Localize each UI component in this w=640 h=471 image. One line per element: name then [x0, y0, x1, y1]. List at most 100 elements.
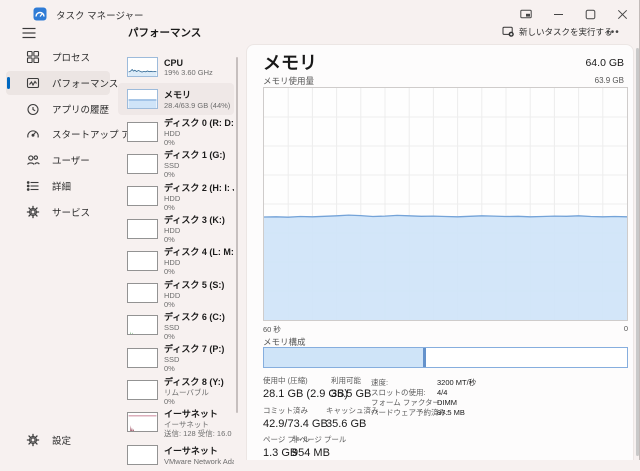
- sidebar-item-label: ユーザー: [52, 153, 90, 167]
- perf-list-item-12[interactable]: イーサネットVMware Network Adapt...: [118, 439, 234, 471]
- perf-list-item-6[interactable]: ディスク 4 (L: M: N: O:)HDD0%: [118, 245, 234, 277]
- memory-stat-2: コミット済み 42.9/73.4 GB: [263, 405, 328, 430]
- perf-item-detail: 0%: [164, 203, 234, 212]
- perf-list-item-4[interactable]: ディスク 2 (H: I: J:)HDD0%: [118, 180, 234, 212]
- perf-item-title: メモリ: [164, 88, 230, 101]
- detail-label: ハードウェア予約済み:: [371, 407, 437, 418]
- memory-usage-label: メモリ使用量: [263, 75, 314, 87]
- perf-list-item-3[interactable]: ディスク 1 (G:)SSD0%: [118, 148, 234, 180]
- stat-label: 非ページ プール: [292, 434, 346, 445]
- settings-icon: [26, 433, 40, 447]
- perf-item-detail: HDD: [164, 291, 224, 300]
- perf-item-detail: 19% 3.60 GHz: [164, 68, 213, 77]
- perf-item-detail: 0%: [164, 364, 224, 373]
- perf-item-detail: 28.4/63.9 GB (44%): [164, 101, 230, 110]
- perf-item-detail: SSD: [164, 323, 225, 332]
- stat-value: 35.6 GB: [326, 418, 379, 430]
- perf-item-title: イーサネット: [164, 444, 234, 457]
- perf-item-title: ディスク 4 (L: M: N: O:): [164, 245, 234, 258]
- perf-list-item-7[interactable]: ディスク 5 (S:)HDD0%: [118, 277, 234, 309]
- sidebar-item-label: 詳細: [52, 179, 71, 193]
- memory-thumbnail: [127, 89, 158, 109]
- memory-stat-5: 非ページ プール 954 MB: [292, 434, 346, 459]
- sidebar-item-5[interactable]: 詳細: [6, 174, 110, 198]
- perf-item-detail: 0%: [164, 267, 234, 276]
- perf-item-title: ディスク 6 (C:): [164, 310, 225, 323]
- perf-item-detail: 0%: [164, 138, 234, 147]
- perf-item-detail: HDD: [164, 226, 225, 235]
- users-icon: [26, 153, 40, 167]
- perf-item-detail: リムーバブル: [164, 388, 224, 397]
- composition-divider: [423, 348, 426, 367]
- perf-item-title: ディスク 1 (G:): [164, 148, 225, 161]
- disk-thumbnail: [127, 380, 158, 400]
- processes-icon: [26, 50, 40, 64]
- perf-item-detail: 送信: 128 受信: 16.0 Kbps: [164, 429, 234, 438]
- sidebar-item-settings[interactable]: 設定: [6, 428, 110, 452]
- perf-list-item-11[interactable]: イーサネットイーサネット送信: 128 受信: 16.0 Kbps: [118, 406, 234, 438]
- settings-label: 設定: [52, 433, 71, 447]
- selection-pill: [7, 77, 10, 89]
- perf-item-detail: SSD: [164, 161, 225, 170]
- perf-item-title: ディスク 8 (Y:): [164, 375, 224, 388]
- sidebar-item-2[interactable]: アプリの履歴: [6, 97, 110, 121]
- sidebar-item-6[interactable]: サービス: [6, 200, 110, 224]
- detail-value: 3200 MT/秒: [437, 378, 476, 387]
- perf-list-item-9[interactable]: ディスク 7 (P:)SSD0%: [118, 342, 234, 374]
- perf-item-detail: 0%: [164, 397, 224, 406]
- memory-total: 64.0 GB: [585, 57, 624, 69]
- chart-x-axis: 60 秒 0: [263, 324, 628, 335]
- perf-list-item-0[interactable]: CPU19% 3.60 GHz: [118, 51, 234, 83]
- disk-thumbnail: [127, 186, 158, 206]
- sidebar-item-4[interactable]: ユーザー: [6, 148, 110, 172]
- details-icon: [26, 179, 40, 193]
- x-axis-left-label: 60 秒: [263, 324, 281, 335]
- perf-item-detail: HDD: [164, 194, 234, 203]
- perf-list-item-2[interactable]: ディスク 0 (R: D: E: F:)HDD0%: [118, 116, 234, 148]
- disk-thumbnail: [127, 219, 158, 239]
- run-new-task-button[interactable]: 新しいタスクを実行する: [498, 23, 617, 41]
- stat-label: コミット済み: [263, 405, 328, 416]
- perf-item-detail: VMware Network Adapt...: [164, 457, 234, 466]
- perf-item-title: ディスク 5 (S:): [164, 278, 224, 291]
- perf-item-detail: 0%: [164, 332, 225, 341]
- perf-item-title: イーサネット: [164, 407, 234, 420]
- sidebar-item-label: パフォーマンス: [52, 76, 118, 90]
- disk-active-thumbnail: [127, 315, 158, 335]
- detail-value: 4/4: [437, 388, 447, 397]
- list-scrollbar[interactable]: [236, 57, 238, 413]
- memory-title: メモリ: [263, 49, 317, 75]
- hamburger-menu-icon[interactable]: [22, 24, 46, 42]
- sidebar-item-3[interactable]: スタートアップ アプリ: [6, 122, 110, 146]
- stat-value: 42.9/73.4 GB: [263, 418, 328, 430]
- stat-value: 35.5 GB: [331, 388, 371, 400]
- ethernet-thumbnail: [127, 412, 158, 432]
- sidebar-item-label: アプリの履歴: [52, 102, 109, 116]
- disk-thumbnail: [127, 348, 158, 368]
- composition-in-use-segment: [264, 348, 423, 367]
- disk-thumbnail: [127, 283, 158, 303]
- perf-list-item-10[interactable]: ディスク 8 (Y:)リムーバブル0%: [118, 374, 234, 406]
- sidebar-item-1[interactable]: パフォーマンス: [6, 71, 110, 95]
- perf-item-detail: HDD: [164, 129, 234, 138]
- more-options-button[interactable]: •••: [600, 23, 626, 41]
- perf-item-detail: イーサネット: [164, 420, 234, 429]
- perf-item-detail: SSD: [164, 355, 224, 364]
- detail-value: 87.5 MB: [437, 408, 465, 417]
- perf-list-item-8[interactable]: ディスク 6 (C:)SSD0%: [118, 309, 234, 341]
- detail-value: DIMM: [437, 398, 457, 407]
- stat-label: 利用可能: [331, 375, 371, 386]
- history-icon: [26, 102, 40, 116]
- perf-list-item-5[interactable]: ディスク 3 (K:)HDD0%: [118, 213, 234, 245]
- perf-item-detail: 0%: [164, 170, 225, 179]
- disk-thumbnail: [127, 154, 158, 174]
- perf-item-detail: 0%: [164, 300, 224, 309]
- perf-list-item-1[interactable]: メモリ28.4/63.9 GB (44%): [118, 83, 234, 115]
- perf-item-title: ディスク 2 (H: I: J:): [164, 181, 234, 194]
- cpu-thumbnail: [127, 57, 158, 77]
- disk-thumbnail: [127, 122, 158, 142]
- sidebar-item-0[interactable]: プロセス: [6, 45, 110, 69]
- memory-stat-1: 利用可能 35.5 GB: [331, 375, 371, 400]
- stat-value: 954 MB: [292, 447, 346, 459]
- perf-item-title: ディスク 3 (K:): [164, 213, 225, 226]
